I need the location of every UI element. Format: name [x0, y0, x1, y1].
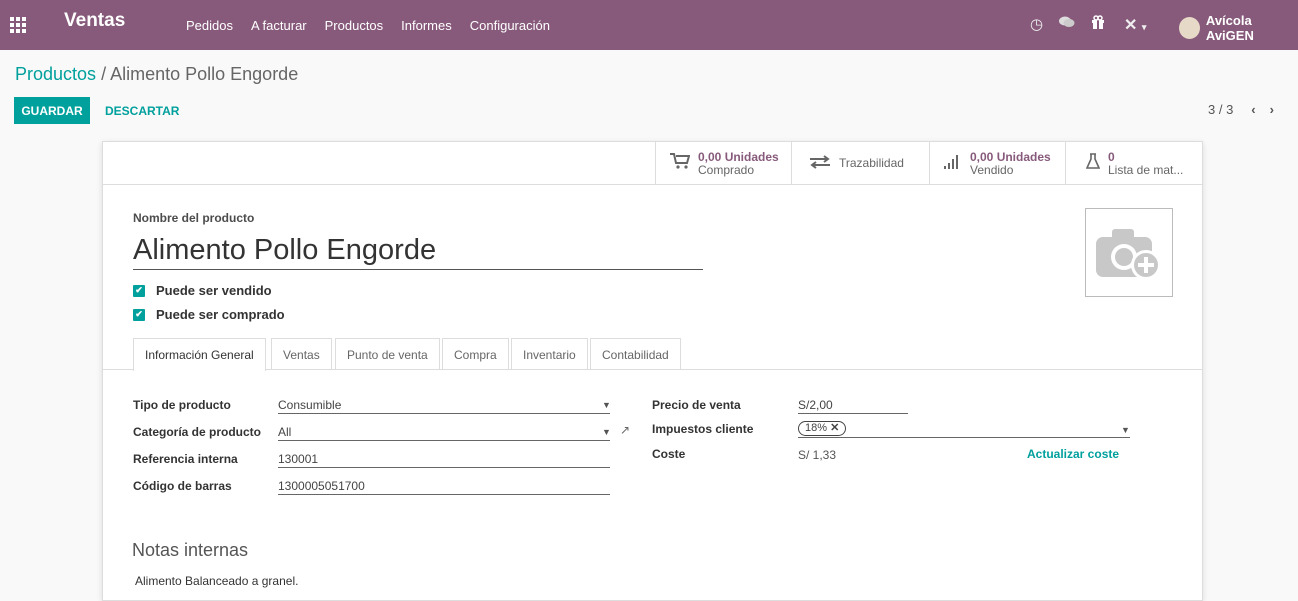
- external-link-icon[interactable]: ↗: [620, 423, 630, 437]
- customer-taxes-label: Impuestos cliente: [652, 422, 754, 436]
- clock-icon[interactable]: ◷: [1030, 15, 1043, 33]
- user-avatar: [1179, 17, 1200, 39]
- checkbox-checked-icon: ✔: [133, 308, 145, 321]
- stat-button-traceability[interactable]: Trazabilidad: [791, 142, 929, 185]
- tab-general-info[interactable]: Información General: [133, 338, 266, 371]
- stat-button-bom[interactable]: 0 Lista de mat...: [1065, 142, 1202, 185]
- discard-button[interactable]: DESCARTAR: [105, 97, 179, 124]
- sale-price-label: Precio de venta: [652, 398, 741, 412]
- stat-label: Lista de mat...: [1108, 162, 1184, 177]
- user-name: Avícola AviGEN: [1205, 13, 1254, 43]
- main-menu: Pedidos A facturar Productos Informes Co…: [186, 18, 568, 33]
- customer-taxes-field[interactable]: 18% ✕: [798, 419, 1130, 438]
- chevron-left-icon[interactable]: ‹: [1251, 102, 1255, 117]
- stat-value: 0,00 Unidades: [698, 149, 779, 164]
- product-category-label: Categoría de producto: [133, 425, 262, 439]
- app-name[interactable]: Ventas: [64, 10, 125, 32]
- internal-notes-text[interactable]: Alimento Balanceado a granel.: [135, 574, 298, 588]
- tab-purchase[interactable]: Compra: [442, 338, 509, 370]
- notebook-tabs: Información General Ventas Punto de vent…: [103, 338, 1202, 371]
- barcode-label: Código de barras: [133, 479, 232, 493]
- chevron-down-icon: ▼: [602, 400, 611, 410]
- sale-price-input[interactable]: S/2,00: [798, 395, 908, 414]
- top-navbar: Ventas Pedidos A facturar Productos Info…: [0, 0, 1298, 50]
- stat-value: 0: [1108, 149, 1115, 164]
- can-be-sold-checkbox[interactable]: ✔ Puede ser vendido: [133, 283, 272, 298]
- tab-sales[interactable]: Ventas: [271, 338, 332, 370]
- breadcrumb: Productos / Alimento Pollo Engorde: [15, 64, 298, 85]
- cost-label: Coste: [652, 447, 686, 461]
- smart-buttons-bar: 0,00 Unidades Comprado Trazabilidad 0,00 …: [103, 142, 1202, 185]
- can-be-purchased-checkbox[interactable]: ✔ Puede ser comprado: [133, 307, 285, 322]
- user-menu[interactable]: Avícola AviGEN: [1179, 13, 1298, 43]
- chat-icon[interactable]: [1059, 15, 1075, 33]
- pager: 3 / 3 ‹ ›: [1208, 102, 1274, 117]
- tax-tag[interactable]: 18% ✕: [798, 421, 847, 436]
- stat-value: 0,00 Unidades: [970, 149, 1051, 164]
- internal-reference-label: Referencia interna: [133, 452, 238, 466]
- breadcrumb-parent-link[interactable]: Productos: [15, 64, 96, 84]
- pager-value[interactable]: 3 / 3: [1208, 102, 1233, 117]
- checkbox-label: Puede ser comprado: [156, 307, 285, 322]
- internal-notes-title: Notas internas: [132, 540, 249, 560]
- chevron-down-icon: ▼: [1121, 425, 1130, 435]
- checkbox-label: Puede ser vendido: [156, 283, 272, 298]
- checkbox-checked-icon: ✔: [133, 284, 145, 297]
- product-type-select[interactable]: Consumible: [278, 395, 610, 414]
- stat-label: Trazabilidad: [839, 156, 904, 170]
- menu-item-configuracion[interactable]: Configuración: [470, 18, 550, 33]
- cost-value: S/ 1,33: [798, 448, 837, 462]
- internal-reference-input[interactable]: 130001: [278, 449, 610, 468]
- tab-point-of-sale[interactable]: Punto de venta: [335, 338, 440, 370]
- stat-button-sold[interactable]: 0,00 Unidades Vendido: [929, 142, 1065, 185]
- signal-icon: [944, 153, 962, 174]
- flask-icon: [1085, 153, 1101, 174]
- product-image-upload[interactable]: [1085, 208, 1173, 297]
- barcode-input[interactable]: 1300005051700: [278, 476, 610, 495]
- product-category-select[interactable]: All: [278, 422, 610, 441]
- exchange-icon: [809, 153, 831, 174]
- product-type-label: Tipo de producto: [133, 398, 231, 412]
- breadcrumb-current: Alimento Pollo Engorde: [110, 64, 299, 84]
- cart-icon: [670, 153, 691, 174]
- menu-item-a-facturar[interactable]: A facturar: [251, 18, 307, 33]
- tab-inventory[interactable]: Inventario: [511, 338, 588, 370]
- chevron-right-icon[interactable]: ›: [1270, 102, 1274, 117]
- tab-accounting[interactable]: Contabilidad: [590, 338, 681, 370]
- stat-button-purchased[interactable]: 0,00 Unidades Comprado: [655, 142, 791, 185]
- menu-item-productos[interactable]: Productos: [325, 18, 384, 33]
- gift-icon[interactable]: [1091, 15, 1105, 33]
- remove-tag-icon[interactable]: ✕: [830, 422, 839, 434]
- tax-tag-label: 18%: [805, 422, 828, 434]
- tools-icon[interactable]: ✕ ▾: [1124, 15, 1146, 35]
- stat-label: Vendido: [970, 162, 1014, 177]
- form-sheet: 0,00 Unidades Comprado Trazabilidad 0,00 …: [102, 141, 1203, 601]
- menu-item-informes[interactable]: Informes: [401, 18, 452, 33]
- update-cost-link[interactable]: Actualizar coste: [1027, 447, 1119, 461]
- menu-item-pedidos[interactable]: Pedidos: [186, 18, 233, 33]
- save-button[interactable]: GUARDAR: [14, 97, 90, 124]
- chevron-down-icon: ▼: [602, 427, 611, 437]
- breadcrumb-separator: /: [101, 64, 107, 84]
- product-name-input[interactable]: Alimento Pollo Engorde: [133, 234, 703, 270]
- pager-controls: ‹ ›: [1251, 102, 1274, 117]
- apps-menu-icon[interactable]: [10, 17, 26, 33]
- stat-label: Comprado: [698, 162, 755, 177]
- product-name-label: Nombre del producto: [133, 211, 255, 225]
- camera-plus-icon: [1096, 228, 1161, 280]
